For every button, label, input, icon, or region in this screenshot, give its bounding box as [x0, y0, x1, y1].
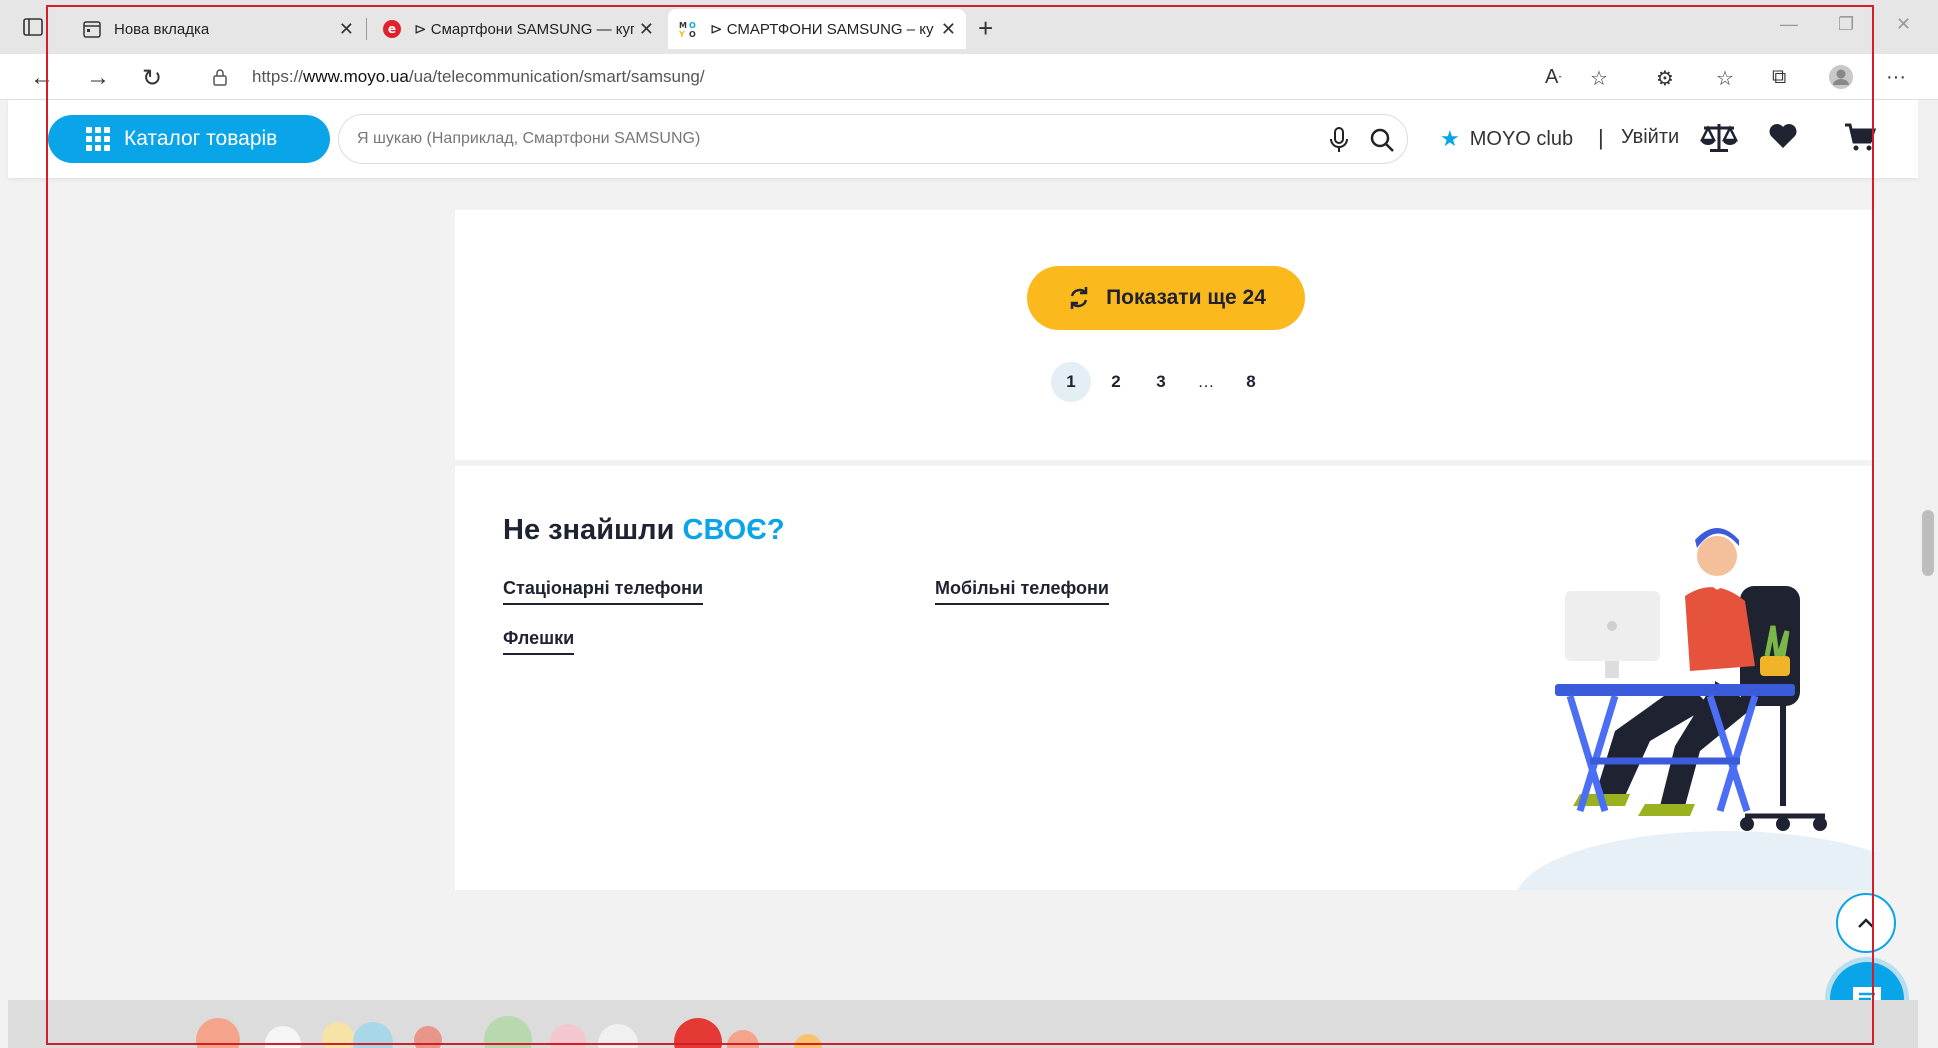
more-menu-icon[interactable]: ··· [1886, 66, 1906, 89]
svg-text:M: M [679, 21, 687, 30]
footer-banner [8, 1000, 1918, 1048]
page-ellipsis: … [1197, 372, 1215, 391]
close-tab-icon[interactable]: ✕ [339, 19, 354, 40]
tab-actions-icon[interactable] [22, 16, 44, 38]
link-flash-drives[interactable]: Флешки [503, 628, 575, 655]
page-8[interactable]: 8 [1231, 362, 1271, 402]
tab-eldorado[interactable]: e ⊳ Смартфони SAMSUNG — куп ✕ [372, 9, 664, 49]
scroll-to-top-button[interactable] [1836, 893, 1896, 953]
not-found-title: Не знайшли СВОЄ? [503, 514, 785, 546]
chevron-up-icon [1858, 918, 1874, 928]
read-aloud-icon[interactable]: Aꞈ [1545, 66, 1562, 89]
new-tab-icon[interactable]: + [978, 13, 993, 44]
tab-title: Нова вкладка [114, 20, 210, 38]
add-favorite-icon[interactable]: ☆ [1590, 66, 1608, 91]
tab-new-tab[interactable]: Нова вкладка ✕ [72, 9, 364, 49]
extensions-icon[interactable]: ⚙ [1656, 66, 1674, 91]
page-2[interactable]: 2 [1096, 362, 1136, 402]
club-label: MOYO club [1469, 127, 1574, 150]
calendar-icon [83, 21, 101, 38]
page-1[interactable]: 1 [1051, 362, 1091, 402]
search-input[interactable] [357, 127, 1277, 151]
tab-moyo-active[interactable]: MOYO ⊳ СМАРТФОНИ SAMSUNG – ку ✕ [668, 9, 966, 49]
star-icon: ★ [1440, 126, 1460, 151]
show-more-label: Показати ще 24 [1106, 286, 1266, 309]
svg-text:O: O [689, 30, 696, 39]
forward-icon[interactable]: → [86, 64, 110, 92]
browser-tab-bar: Нова вкладка ✕ e ⊳ Смартфони SAMSUNG — к… [0, 0, 1938, 54]
tab-title: ⊳ Смартфони SAMSUNG — куп [414, 21, 634, 38]
link-landline-phones[interactable]: Стаціонарні телефони [503, 578, 704, 605]
site-header: Каталог товарів ★ MOYO club | Увійти [8, 100, 1918, 178]
svg-text:O: O [689, 21, 696, 30]
close-window-icon[interactable]: ✕ [1896, 14, 1911, 35]
profile-avatar-icon[interactable] [1828, 64, 1854, 90]
decorative-confetti [196, 1016, 822, 1048]
close-tab-icon[interactable]: ✕ [639, 19, 654, 40]
page-3[interactable]: 3 [1141, 362, 1181, 402]
grid-menu-icon [86, 127, 110, 151]
moyo-club-link[interactable]: ★ MOYO club [1440, 126, 1573, 152]
svg-text:Y: Y [678, 30, 685, 39]
login-link[interactable]: Увійти [1621, 126, 1679, 149]
page-scrollbar[interactable] [1918, 100, 1938, 1048]
scrollbar-thumb[interactable] [1922, 510, 1934, 576]
tab-title: ⊳ СМАРТФОНИ SAMSUNG – ку [710, 21, 934, 38]
search-box [338, 114, 1408, 164]
listing-footer-card: Показати ще 24 1 2 3 … 8 [455, 210, 1875, 460]
refresh-icon [1070, 287, 1088, 309]
back-icon[interactable]: ← [30, 64, 54, 92]
tab-divider [366, 18, 367, 40]
moyo-logo-icon: M OY O [678, 21, 696, 39]
microphone-icon[interactable] [1329, 126, 1349, 154]
favorites-icon[interactable]: ☆ [1716, 66, 1734, 91]
not-found-card: Не знайшли СВОЄ? Стаціонарні телефони Мо… [455, 466, 1875, 890]
header-separator: | [1598, 125, 1604, 150]
lock-icon[interactable] [212, 68, 228, 86]
minimize-icon[interactable]: — [1780, 14, 1798, 35]
show-more-button[interactable]: Показати ще 24 [1027, 266, 1305, 330]
restore-icon[interactable]: ❐ [1838, 14, 1854, 35]
eldorado-logo-icon: e [383, 20, 401, 38]
link-mobile-phones[interactable]: Мобільні телефони [935, 578, 1109, 605]
catalog-label: Каталог товарів [124, 127, 278, 150]
pagination: 1 2 3 … 8 [1051, 362, 1276, 402]
person-at-desk-illustration [1517, 528, 1875, 890]
heart-icon[interactable] [1768, 122, 1798, 150]
catalog-button[interactable]: Каталог товарів [48, 115, 330, 163]
url-field[interactable]: https://www.moyo.ua/ua/telecommunication… [190, 58, 1650, 96]
cart-icon[interactable] [1844, 122, 1876, 152]
compare-scales-icon[interactable] [1700, 120, 1738, 154]
browser-address-bar: ← → ↻ https://www.moyo.ua/ua/telecommuni… [0, 54, 1938, 100]
reload-icon[interactable]: ↻ [142, 64, 162, 93]
search-icon[interactable] [1369, 127, 1395, 153]
svg-text:e: e [388, 22, 396, 36]
collections-icon[interactable]: ⧉ [1772, 66, 1786, 89]
url-text: https://www.moyo.ua/ua/telecommunication… [252, 67, 705, 86]
close-tab-icon[interactable]: ✕ [941, 19, 956, 40]
